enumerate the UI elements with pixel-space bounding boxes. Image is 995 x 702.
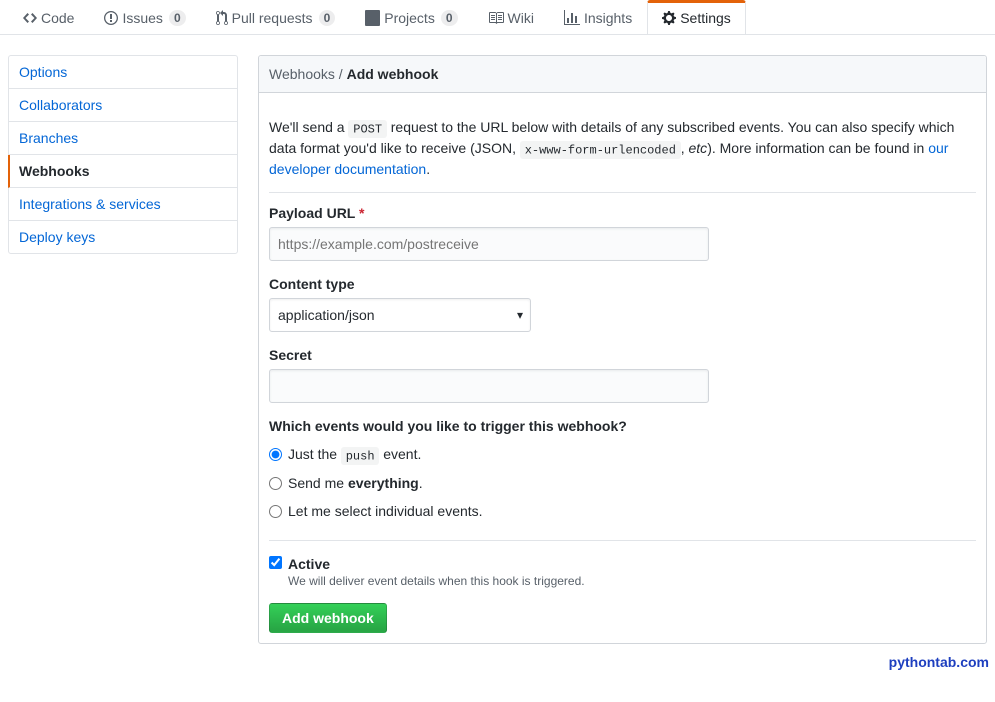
breadcrumb-current: Add webhook: [347, 66, 439, 82]
tab-insights-label: Insights: [584, 10, 632, 26]
secret-input[interactable]: [269, 369, 709, 403]
tab-settings-label: Settings: [680, 10, 731, 26]
active-note: We will deliver event details when this …: [288, 574, 585, 588]
sidebar-item-collaborators[interactable]: Collaborators: [9, 89, 237, 122]
form-section: We'll send a POST request to the URL bel…: [259, 93, 986, 643]
sidebar-item-options[interactable]: Options: [9, 56, 237, 89]
repo-tabnav: Code Issues 0 Pull requests 0 Projects 0…: [0, 0, 995, 35]
secret-label: Secret: [269, 347, 976, 363]
content-type-select[interactable]: application/json: [269, 298, 531, 332]
add-webhook-button[interactable]: Add webhook: [269, 603, 387, 633]
pulls-count: 0: [319, 10, 336, 26]
active-checkbox[interactable]: [269, 556, 282, 569]
settings-sidebar: Options Collaborators Branches Webhooks …: [8, 55, 238, 254]
tab-pulls[interactable]: Pull requests 0: [201, 0, 351, 34]
tab-code-label: Code: [41, 10, 74, 26]
git-pull-request-icon: [216, 10, 228, 26]
breadcrumb: Webhooks / Add webhook: [259, 56, 986, 93]
payload-url-label: Payload URL *: [269, 205, 976, 221]
issues-count: 0: [169, 10, 186, 26]
required-asterisk: *: [359, 205, 364, 221]
intro-text: We'll send a POST request to the URL bel…: [269, 117, 976, 193]
radio-individual[interactable]: [269, 505, 282, 518]
tab-wiki[interactable]: Wiki: [473, 0, 549, 34]
tab-projects-label: Projects: [384, 10, 435, 26]
content-type-label: Content type: [269, 276, 976, 292]
tab-wiki-label: Wiki: [508, 10, 534, 26]
sidebar-item-deploy-keys[interactable]: Deploy keys: [9, 221, 237, 253]
project-icon: [365, 10, 380, 26]
projects-count: 0: [441, 10, 458, 26]
sidebar-item-integrations[interactable]: Integrations & services: [9, 188, 237, 221]
active-label[interactable]: Active: [288, 556, 330, 572]
tab-code[interactable]: Code: [8, 0, 89, 34]
graph-icon: [564, 10, 580, 26]
issue-icon: [104, 10, 118, 26]
tab-settings[interactable]: Settings: [647, 0, 746, 34]
radio-everything[interactable]: [269, 477, 282, 490]
gear-icon: [662, 10, 676, 26]
sidebar-item-branches[interactable]: Branches: [9, 122, 237, 155]
radio-just-push-label[interactable]: Just the push event.: [288, 446, 421, 463]
post-code: POST: [348, 120, 386, 139]
content-panel: Webhooks / Add webhook We'll send a POST…: [258, 55, 987, 644]
tab-pulls-label: Pull requests: [232, 10, 313, 26]
radio-just-push[interactable]: [269, 448, 282, 461]
tab-projects[interactable]: Projects 0: [350, 0, 472, 34]
urlencoded-code: x-www-form-urlencoded: [520, 141, 681, 160]
main-container: Options Collaborators Branches Webhooks …: [0, 35, 995, 664]
events-question: Which events would you like to trigger t…: [269, 418, 976, 434]
breadcrumb-parent: Webhooks: [269, 66, 335, 82]
radio-everything-label[interactable]: Send me everything.: [288, 475, 423, 491]
breadcrumb-sep: /: [335, 66, 347, 82]
code-icon: [23, 10, 37, 26]
tab-insights[interactable]: Insights: [549, 0, 647, 34]
radio-individual-label[interactable]: Let me select individual events.: [288, 503, 483, 519]
tab-issues-label: Issues: [122, 10, 162, 26]
watermark: pythontab.com: [0, 654, 995, 670]
payload-url-input[interactable]: [269, 227, 709, 261]
sidebar-item-webhooks[interactable]: Webhooks: [8, 155, 237, 188]
tab-issues[interactable]: Issues 0: [89, 0, 200, 34]
book-icon: [488, 10, 504, 26]
